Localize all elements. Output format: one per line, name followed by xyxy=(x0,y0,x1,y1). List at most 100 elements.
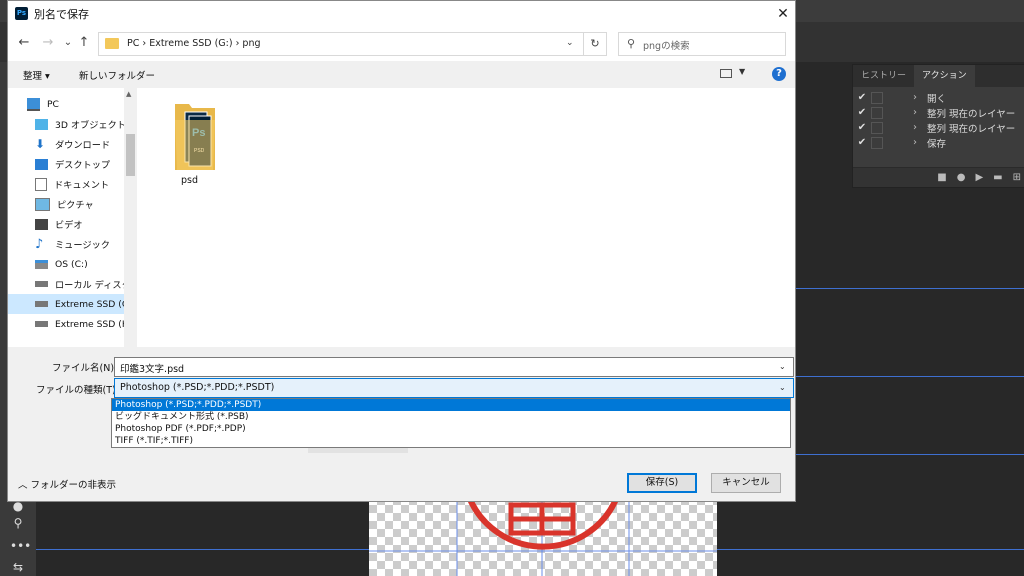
sidebar-item-extreme-ssd-h[interactable]: Extreme SSD (H:) xyxy=(8,314,124,334)
sidebar-item-pictures[interactable]: ピクチャ xyxy=(8,194,124,214)
sidebar-item-extreme-ssd-g[interactable]: Extreme SSD (G:) xyxy=(8,294,124,314)
file-list: Ps PSD psd xyxy=(137,88,795,347)
chevron-down-icon[interactable]: ⌄ xyxy=(779,383,786,392)
tab-history[interactable]: ヒストリー xyxy=(853,65,914,87)
dialog-toggle[interactable] xyxy=(871,136,883,149)
filename-value[interactable]: 印鑑3文字.psd xyxy=(120,361,184,375)
check-icon[interactable]: ✔ xyxy=(853,92,871,103)
new-folder-button[interactable]: 新しいフォルダー xyxy=(79,68,155,82)
actions-panel-tabs: ヒストリー アクション xyxy=(853,65,1024,87)
action-label: 保存 xyxy=(927,138,947,150)
photoshop-app-icon: Ps xyxy=(15,7,28,20)
tab-actions[interactable]: アクション xyxy=(914,65,975,87)
record-icon[interactable]: ● xyxy=(957,172,966,183)
cancel-button[interactable]: キャンセル xyxy=(711,473,781,493)
action-row[interactable]: ✔ › 開く xyxy=(853,90,1024,105)
scrollbar-thumb[interactable] xyxy=(126,134,135,176)
chevron-down-icon[interactable]: ▼ xyxy=(739,67,745,76)
folder-item-label[interactable]: psd xyxy=(181,175,198,186)
folder-icon xyxy=(105,38,119,49)
dialog-footer: ︿ フォルダーの非表示 保存(S) キャンセル xyxy=(8,457,795,501)
sidebar-item-downloads[interactable]: ⬇ ダウンロード xyxy=(8,134,124,154)
filename-field[interactable]: 印鑑3文字.psd ⌄ xyxy=(114,357,794,377)
help-icon[interactable]: ? xyxy=(772,67,786,81)
check-icon[interactable]: ✔ xyxy=(853,122,871,133)
folder-item-psd[interactable]: Ps PSD xyxy=(173,98,217,172)
sidebar-item-videos[interactable]: ビデオ xyxy=(8,214,124,234)
sidebar-item-pc[interactable]: PC xyxy=(8,94,124,114)
stamp-preview xyxy=(369,497,717,576)
zoom-icon[interactable]: ⚲ xyxy=(10,515,26,531)
filetype-option-psd[interactable]: Photoshop (*.PSD;*.PDD;*.PSDT) xyxy=(112,399,790,411)
back-arrow-icon[interactable]: ← xyxy=(16,35,32,51)
search-input[interactable]: ⚲ pngの検索 xyxy=(618,32,786,56)
filetype-option-psb[interactable]: ビッグドキュメント形式 (*.PSB) xyxy=(112,411,790,423)
check-icon[interactable]: ✔ xyxy=(853,137,871,148)
chevron-right-icon[interactable]: › xyxy=(913,107,927,118)
film-icon xyxy=(35,218,48,230)
filetype-option-pdf[interactable]: Photoshop PDF (*.PDF;*.PDP) xyxy=(112,423,790,435)
forward-arrow-icon[interactable]: → xyxy=(40,35,56,51)
close-button[interactable]: ✕ xyxy=(773,4,793,24)
sidebar-item-music[interactable]: ♪ ミュージック xyxy=(8,234,124,254)
chevron-right-icon[interactable]: › xyxy=(913,122,927,133)
sidebar-item-label: ローカル ディスク (D xyxy=(55,280,124,291)
address-bar[interactable]: PC › Extreme SSD (G:) › png ⌄ xyxy=(98,32,589,56)
dialog-titlebar[interactable]: Ps 別名で保存 ✕ xyxy=(8,1,795,27)
action-row[interactable]: ✔ › 整列 現在のレイヤー xyxy=(853,120,1024,135)
chevron-up-icon: ︿ xyxy=(18,480,31,491)
filetype-dropdown-list: Photoshop (*.PSD;*.PDD;*.PSDT) ビッグドキュメント… xyxy=(111,398,791,448)
save-button[interactable]: 保存(S) xyxy=(627,473,697,493)
dialog-toggle[interactable] xyxy=(871,91,883,104)
sidebar-item-label: デスクトップ xyxy=(55,160,111,171)
document-icon xyxy=(35,177,47,191)
hide-folders-toggle[interactable]: ︿ フォルダーの非表示 xyxy=(18,477,116,491)
view-options-icon[interactable] xyxy=(720,69,732,78)
more-tools-icon[interactable]: ••• xyxy=(10,538,31,554)
sidebar-item-os-c[interactable]: OS (C:) xyxy=(8,254,124,274)
navigation-bar: ← → ⌄ ↑ PC › Extreme SSD (G:) › png ⌄ ↻ … xyxy=(8,27,795,61)
dialog-toggle[interactable] xyxy=(871,106,883,119)
sidebar-item-local-disk-d[interactable]: ローカル ディスク (D xyxy=(8,274,124,294)
swap-colors-icon[interactable]: ⇆ xyxy=(10,559,26,575)
scroll-up-icon[interactable]: ▲ xyxy=(126,90,131,98)
chevron-right-icon[interactable]: › xyxy=(913,92,927,103)
stop-icon[interactable]: ■ xyxy=(937,172,946,183)
computer-icon xyxy=(27,97,40,111)
chevron-right-icon[interactable]: › xyxy=(913,137,927,148)
guide-line xyxy=(796,454,1024,455)
sidebar-item-documents[interactable]: ドキュメント xyxy=(8,174,124,194)
sidebar-item-label: Extreme SSD (H:) xyxy=(55,318,124,330)
drive-icon xyxy=(35,259,48,269)
up-arrow-icon[interactable]: ↑ xyxy=(76,35,92,51)
chevron-down-icon[interactable]: ⌄ xyxy=(779,362,786,371)
search-icon: ⚲ xyxy=(627,37,636,50)
play-icon[interactable]: ▶ xyxy=(975,172,983,183)
filetype-value[interactable]: Photoshop (*.PSD;*.PDD;*.PSDT) xyxy=(120,382,274,393)
filetype-option-tiff[interactable]: TIFF (*.TIF;*.TIFF) xyxy=(112,435,790,447)
chevron-down-icon[interactable]: ⌄ xyxy=(566,38,574,48)
check-icon[interactable]: ✔ xyxy=(853,107,871,118)
dialog-toggle[interactable] xyxy=(871,121,883,134)
recent-locations-chevron-icon[interactable]: ⌄ xyxy=(60,35,76,51)
breadcrumb[interactable]: PC › Extreme SSD (G:) › png xyxy=(127,38,261,49)
organize-button[interactable]: 整理 ▾ xyxy=(23,68,50,82)
new-action-icon[interactable]: ⊞ xyxy=(1013,172,1021,183)
filetype-select[interactable]: Photoshop (*.PSD;*.PDD;*.PSDT) ⌄ xyxy=(114,378,794,398)
cube-icon xyxy=(35,118,48,130)
action-label: 開く xyxy=(927,93,947,105)
refresh-button[interactable]: ↻ xyxy=(583,32,607,56)
folder-icon[interactable]: ▬ xyxy=(993,172,1002,183)
action-label: 整列 現在のレイヤー xyxy=(927,108,1016,120)
psd-folder-icon: Ps PSD xyxy=(175,104,215,170)
action-row[interactable]: ✔ › 整列 現在のレイヤー xyxy=(853,105,1024,120)
sidebar-item-desktop[interactable]: デスクトップ xyxy=(8,154,124,174)
action-row[interactable]: ✔ › 保存 xyxy=(853,135,1024,150)
music-note-icon: ♪ xyxy=(35,236,44,252)
drive-icon xyxy=(35,301,48,307)
sidebar-item-label: ミュージック xyxy=(55,240,110,251)
sidebar-item-3d-objects[interactable]: 3D オブジェクト xyxy=(8,114,124,134)
filename-label: ファイル名(N): xyxy=(52,363,118,374)
search-placeholder: pngの検索 xyxy=(643,41,690,52)
sidebar-scrollbar[interactable]: ▲ xyxy=(124,88,137,347)
